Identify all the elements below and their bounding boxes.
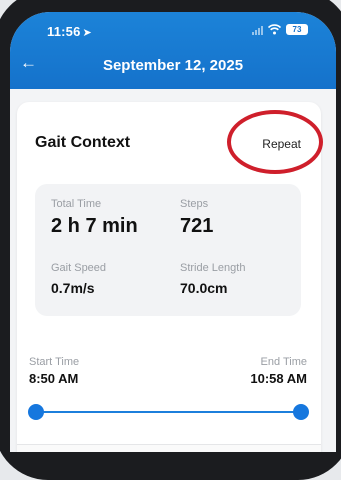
stats-panel: Total Time 2 h 7 min Steps 721 Gait Spee… xyxy=(35,184,301,316)
app-screen: 11:56 ➤ 73 ← September 12, 2025 Gait Cont… xyxy=(10,12,336,452)
stat-gait-speed: Gait Speed 0.7m/s xyxy=(51,262,106,296)
end-time-label: End Time xyxy=(260,356,307,368)
app-header: 11:56 ➤ 73 ← September 12, 2025 xyxy=(10,12,336,89)
start-time-slider-handle[interactable] xyxy=(28,404,44,420)
stat-total-time: Total Time 2 h 7 min xyxy=(51,198,138,238)
stat-steps: Steps 721 xyxy=(180,198,213,238)
gait-context-card: Gait Context Repeat Total Time 2 h 7 min… xyxy=(17,102,323,452)
phone-frame: 11:56 ➤ 73 ← September 12, 2025 Gait Cont… xyxy=(0,0,341,480)
stat-label: Gait Speed xyxy=(51,262,107,274)
end-time-slider-handle[interactable] xyxy=(293,404,309,420)
stat-label: Steps xyxy=(180,198,209,210)
stat-label: Total Time xyxy=(51,198,102,210)
cellular-signal-icon xyxy=(252,25,263,35)
stat-stride-length: Stride Length 70.0cm xyxy=(180,262,245,296)
stat-value: 70.0cm xyxy=(180,280,228,296)
time-range-slider-track[interactable] xyxy=(36,411,301,413)
status-bar-time: 11:56 ➤ xyxy=(47,24,92,39)
start-time-label: Start Time xyxy=(29,356,80,368)
end-time-value: 10:58 AM xyxy=(250,371,307,386)
battery-icon: 73 xyxy=(286,24,308,35)
start-time-value: 8:50 AM xyxy=(29,371,79,386)
card-title: Gait Context xyxy=(35,134,131,151)
status-time-text: 11:56 xyxy=(47,24,81,39)
repeat-button[interactable]: Repeat xyxy=(262,137,301,151)
next-card-section xyxy=(17,444,321,452)
location-arrow-icon: ➤ xyxy=(82,27,92,39)
stat-label: Stride Length xyxy=(180,262,246,274)
stat-value: 721 xyxy=(180,215,214,237)
wifi-icon xyxy=(268,24,281,35)
stat-value: 0.7m/s xyxy=(51,280,95,296)
stat-value: 2 h 7 min xyxy=(51,215,138,237)
status-icons: 73 xyxy=(252,24,308,35)
page-title: September 12, 2025 xyxy=(102,57,244,74)
